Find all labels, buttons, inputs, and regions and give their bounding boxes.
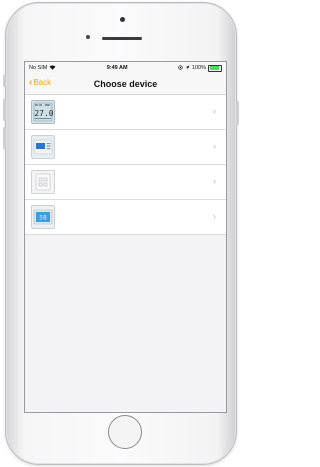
thermostat-blue-panel-icon: 58 [31,205,55,229]
phone-frame: No SIM 9:49 AM 100% ‹ Back Choose device… [3,2,239,465]
earpiece-speaker [102,37,142,40]
device-row[interactable]: › [25,165,226,200]
chevron-right-icon: › [213,211,216,221]
lcd-temperature-text: 27.0 [34,109,53,118]
thermostat-white-panel-icon [31,170,55,194]
proximity-sensor [86,35,90,39]
carrier-label: No SIM [29,65,48,71]
power-button [236,101,239,125]
thermostat-blue-screen-icon [31,135,55,159]
device-list: 27.0 › › › 58 › [25,95,226,235]
device-row[interactable]: › [25,130,226,165]
location-arrow-icon [185,65,190,72]
navigation-bar: ‹ Back Choose device [25,74,226,95]
thermostat-lcd-display-icon: 27.0 [31,100,55,124]
volume-up-button [3,99,6,121]
status-bar: No SIM 9:49 AM 100% [25,62,226,74]
chevron-right-icon: › [213,106,216,116]
panel-screen-text: 58 [39,215,47,222]
device-row[interactable]: 58 › [25,200,226,235]
clock-time: 9:49 AM [106,65,128,71]
battery-percent: 100% [191,65,206,71]
screen: No SIM 9:49 AM 100% ‹ Back Choose device… [24,61,227,413]
battery-icon [208,64,222,72]
orientation-lock-icon [178,64,183,72]
home-button[interactable] [108,415,142,449]
volume-down-button [3,127,6,149]
device-row[interactable]: 27.0 › [25,95,226,130]
wifi-icon [49,64,56,72]
chevron-right-icon: › [213,176,216,186]
chevron-right-icon: › [213,141,216,151]
mute-switch [3,75,6,87]
front-camera [120,17,125,22]
page-title: Choose device [93,79,158,89]
